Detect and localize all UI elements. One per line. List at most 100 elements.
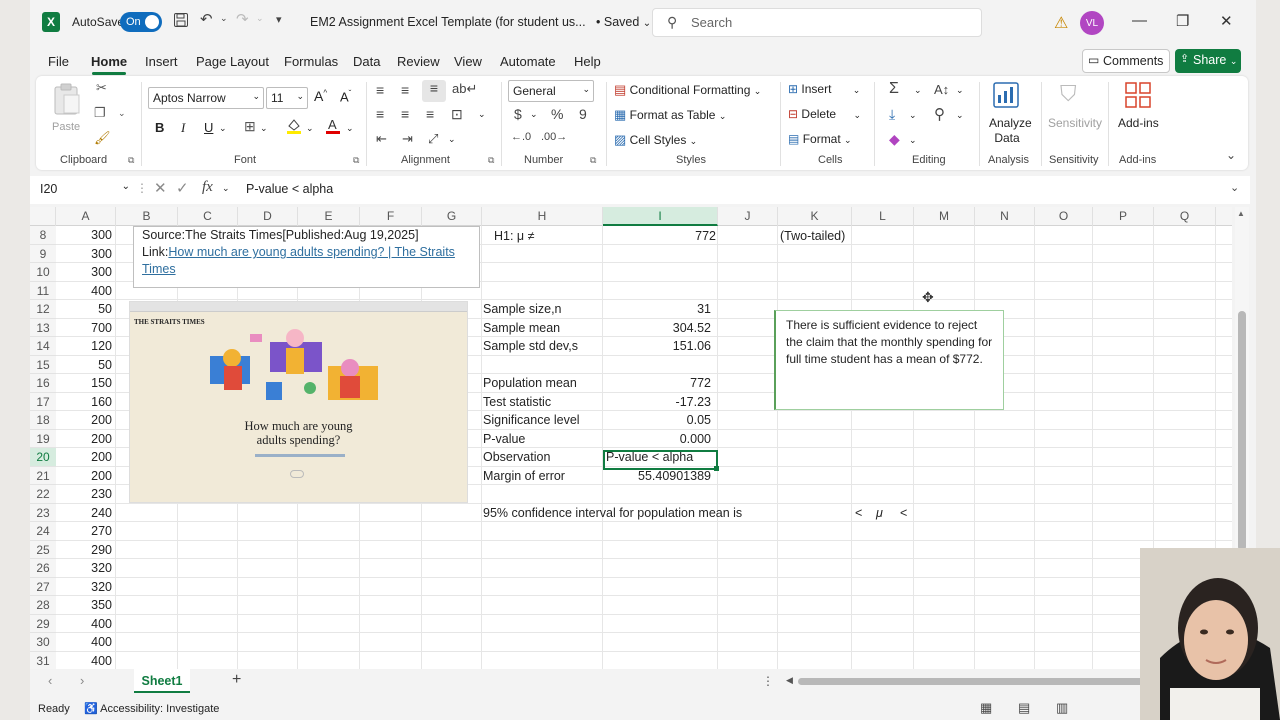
comma-style-icon[interactable]: 9 xyxy=(579,106,587,122)
currency-icon[interactable]: $ xyxy=(514,106,522,122)
warning-icon[interactable]: ⚠ xyxy=(1054,13,1068,33)
page-layout-view-icon[interactable]: ▤ xyxy=(1018,700,1030,716)
select-all-corner[interactable] xyxy=(30,207,56,226)
copy-dropdown-icon[interactable]: ⌄ xyxy=(118,108,126,119)
analyze-data-button[interactable] xyxy=(992,81,1020,112)
font-launcher-icon[interactable]: ⧉ xyxy=(353,155,359,166)
sensitivity-icon[interactable]: ⛉ xyxy=(1060,81,1077,107)
row-header-14[interactable]: 14 xyxy=(30,337,56,356)
stat-label[interactable]: Significance level xyxy=(483,413,580,427)
column-header-d[interactable]: D xyxy=(238,207,298,226)
undo-dropdown-icon[interactable]: ⌄ xyxy=(220,13,228,24)
tab-insert[interactable]: Insert xyxy=(145,54,178,69)
alignment-launcher-icon[interactable]: ⧉ xyxy=(488,155,494,166)
formula-input[interactable]: P-value < alpha xyxy=(246,182,333,196)
cell-a17[interactable]: 160 xyxy=(56,395,112,409)
row-header-27[interactable]: 27 xyxy=(30,577,56,596)
column-header-h[interactable]: H xyxy=(482,207,603,226)
redo-dropdown-icon[interactable]: ⌄ xyxy=(256,13,264,24)
column-header-i[interactable]: I xyxy=(603,207,718,226)
add-ins-icon[interactable] xyxy=(1124,81,1152,112)
row-header-16[interactable]: 16 xyxy=(30,374,56,393)
spreadsheet-grid[interactable]: ABCDEFGHIJKLMNOPQ Source:The Straits Tim… xyxy=(30,207,1232,669)
align-left-icon[interactable]: ≡ xyxy=(376,106,384,122)
search-box[interactable]: ⚲ Search xyxy=(652,8,982,37)
h1-label[interactable]: H1: μ ≠ xyxy=(494,229,534,243)
redo-icon[interactable]: ↷ xyxy=(236,10,249,28)
tab-file[interactable]: File xyxy=(48,54,69,69)
article-link-cont[interactable]: Times xyxy=(142,261,471,278)
percent-icon[interactable]: % xyxy=(551,106,563,122)
stat-label[interactable]: Sample mean xyxy=(483,321,560,335)
align-bottom-icon[interactable]: ≡ xyxy=(422,80,446,102)
conclusion-textbox[interactable]: There is sufficient evidence to reject t… xyxy=(774,310,1004,410)
cell-a18[interactable]: 200 xyxy=(56,413,112,427)
stat-value[interactable]: 772 xyxy=(603,376,715,390)
decrease-decimal-icon[interactable]: .00→ xyxy=(541,131,567,143)
align-top-icon[interactable]: ≡ xyxy=(376,82,384,98)
autosave-toggle[interactable]: On xyxy=(120,12,162,32)
accessibility-button[interactable]: ♿ Accessibility: Investigate xyxy=(84,702,219,715)
merge-center-icon[interactable]: ⊡ xyxy=(451,106,463,123)
avatar[interactable]: VL xyxy=(1080,11,1104,35)
sort-filter-icon[interactable]: A↕ xyxy=(934,82,949,97)
decrease-font-icon[interactable]: Aˇ xyxy=(340,89,351,104)
cell-a16[interactable]: 150 xyxy=(56,376,112,390)
row-header-12[interactable]: 12 xyxy=(30,300,56,319)
h1-value[interactable]: 772 xyxy=(606,229,716,243)
cell-a15[interactable]: 50 xyxy=(56,358,112,372)
format-painter-icon[interactable]: 🖌 xyxy=(94,130,111,146)
stat-value[interactable]: 0.05 xyxy=(603,413,715,427)
row-header-9[interactable]: 9 xyxy=(30,244,56,263)
stat-value[interactable]: 55.40901389 xyxy=(603,469,715,483)
underline-dropdown-icon[interactable]: ⌄ xyxy=(219,123,227,134)
column-header-a[interactable]: A xyxy=(56,207,116,226)
decrease-indent-icon[interactable]: ⇤ xyxy=(376,131,387,147)
fill-color-icon[interactable] xyxy=(286,117,302,138)
expand-formula-icon[interactable]: ⌄ xyxy=(1230,181,1239,194)
cut-icon[interactable]: ✂ xyxy=(96,80,107,96)
cancel-icon[interactable]: ✕ xyxy=(154,179,167,197)
tab-page-layout[interactable]: Page Layout xyxy=(196,54,269,69)
row-header-18[interactable]: 18 xyxy=(30,411,56,430)
format-as-table-button[interactable]: ▦ Format as Table ⌄ xyxy=(614,107,726,123)
row-header-31[interactable]: 31 xyxy=(30,651,56,669)
column-header-l[interactable]: L xyxy=(852,207,914,226)
tab-data[interactable]: Data xyxy=(353,54,380,69)
row-header-19[interactable]: 19 xyxy=(30,429,56,448)
column-header-m[interactable]: M xyxy=(914,207,975,226)
undo-icon[interactable]: ↶ xyxy=(200,10,213,28)
sheet-tab-sheet1[interactable]: Sheet1 xyxy=(134,669,190,693)
stat-label[interactable]: Test statistic xyxy=(483,395,551,409)
cell-a14[interactable]: 120 xyxy=(56,339,112,353)
column-header-e[interactable]: E xyxy=(298,207,360,226)
add-ins-button[interactable]: Add-ins xyxy=(1118,116,1159,130)
cell-a25[interactable]: 290 xyxy=(56,543,112,557)
row-header-25[interactable]: 25 xyxy=(30,540,56,559)
restore-icon[interactable]: ❐ xyxy=(1176,12,1189,30)
clear-icon[interactable]: ◆ xyxy=(889,131,900,148)
cell-a8[interactable]: 300 xyxy=(56,228,112,242)
wrap-text-icon[interactable]: ab↵ xyxy=(452,81,477,97)
stat-label[interactable]: P-value xyxy=(483,432,525,446)
align-center-icon[interactable]: ≡ xyxy=(401,106,409,122)
number-format-select[interactable]: General ⌄ xyxy=(508,80,594,102)
align-right-icon[interactable]: ≡ xyxy=(426,106,434,122)
fill-icon[interactable]: ⤓ xyxy=(889,106,895,123)
find-dropdown-icon[interactable]: ⌄ xyxy=(956,110,964,121)
increase-decimal-icon[interactable]: ←.0 xyxy=(511,131,531,143)
column-header-n[interactable]: N xyxy=(975,207,1035,226)
column-header-b[interactable]: B xyxy=(116,207,178,226)
row-header-29[interactable]: 29 xyxy=(30,614,56,633)
save-icon[interactable] xyxy=(173,12,189,32)
format-cells-button[interactable]: ▤ Format ⌄ xyxy=(788,132,852,146)
column-header-g[interactable]: G xyxy=(422,207,482,226)
merge-dropdown-icon[interactable]: ⌄ xyxy=(478,109,486,120)
stat-label[interactable]: Margin of error xyxy=(483,469,565,483)
cell-a29[interactable]: 400 xyxy=(56,617,112,631)
cell-a10[interactable]: 300 xyxy=(56,265,112,279)
row-header-11[interactable]: 11 xyxy=(30,281,56,300)
cell-a9[interactable]: 300 xyxy=(56,247,112,261)
share-button[interactable]: ⇪ Share ⌄ xyxy=(1175,49,1241,73)
fx-dropdown-icon[interactable]: ⌄ xyxy=(222,183,230,194)
